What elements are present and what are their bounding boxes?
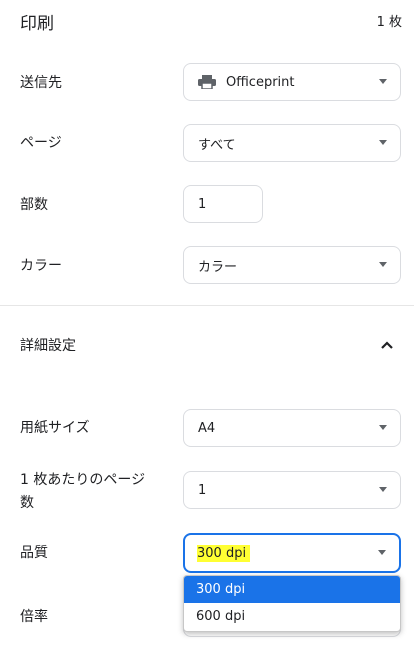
printer-icon (198, 75, 216, 89)
copies-input[interactable]: 1 (183, 185, 263, 223)
chevron-down-icon (379, 425, 387, 430)
advanced-settings-label: 詳細設定 (20, 338, 76, 354)
chevron-down-icon (379, 140, 387, 145)
paper-size-select[interactable]: A4 (183, 409, 401, 447)
pages-value: すべて (198, 137, 236, 153)
destination-value: Officeprint (226, 74, 295, 90)
section-divider (0, 305, 414, 306)
paper-size-value: A4 (198, 420, 216, 436)
pages-per-sheet-value: 1 (198, 482, 207, 498)
color-value: カラー (198, 259, 238, 275)
quality-dropdown[interactable]: 300 dpi 600 dpi (183, 575, 401, 632)
quality-select[interactable]: 300 dpi (183, 533, 401, 573)
scale-label: 倍率 (20, 609, 48, 625)
color-label: カラー (20, 258, 62, 274)
pages-select[interactable]: すべて (183, 124, 401, 162)
chevron-down-icon (379, 262, 387, 267)
quality-option-300dpi[interactable]: 300 dpi (184, 576, 400, 603)
color-select[interactable]: カラー (183, 246, 401, 284)
chevron-down-icon (379, 487, 387, 492)
pages-per-sheet-label-line1: 1 枚あたりのページ (20, 472, 146, 488)
copies-value: 1 (198, 196, 207, 212)
sheet-count: 1 枚 (376, 15, 402, 30)
quality-value: 300 dpi (197, 544, 251, 562)
quality-option-600dpi[interactable]: 600 dpi (184, 603, 400, 630)
destination-select[interactable]: Officeprint (183, 63, 401, 101)
page-title: 印刷 (20, 14, 54, 34)
quality-label: 品質 (20, 545, 48, 561)
pages-per-sheet-select[interactable]: 1 (183, 471, 401, 509)
chevron-down-icon (378, 550, 386, 555)
copies-label: 部数 (20, 197, 48, 213)
pages-per-sheet-label-line2: 数 (20, 495, 34, 511)
paper-size-label: 用紙サイズ (20, 420, 90, 436)
pages-label: ページ (20, 135, 62, 151)
chevron-up-icon[interactable] (380, 340, 394, 350)
destination-label: 送信先 (20, 75, 62, 91)
pages-per-sheet-label: 1 枚あたりのページ 数 (20, 470, 145, 513)
chevron-down-icon (379, 79, 387, 84)
